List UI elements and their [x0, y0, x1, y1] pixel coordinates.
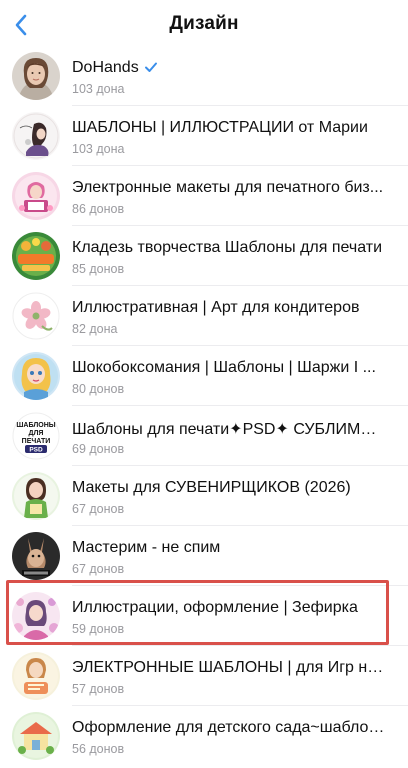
channel-subscribers: 67 донов: [72, 562, 125, 576]
channel-name: Шокобоксомания | Шаблоны | Шаржи I ...: [72, 359, 376, 376]
channel-subscribers: 85 донов: [72, 262, 125, 276]
verified-badge-icon: [144, 62, 157, 72]
channel-row[interactable]: Кладезь творчества Шаблоны для печати 85…: [0, 226, 408, 286]
svg-text:ДЛЯ: ДЛЯ: [29, 430, 44, 437]
souvenir-avatar: [12, 472, 60, 520]
channel-row[interactable]: Оформление для детского сада~шаблоны 56 …: [0, 706, 408, 766]
channel-subscribers: 67 донов: [72, 502, 125, 516]
print-layouts-avatar: [12, 172, 60, 220]
channel-row[interactable]: ШАБЛОНЫ ДЛЯ ПЕЧАТИ PSD Шаблоны для печат…: [0, 406, 408, 466]
games-avatar: [12, 652, 60, 700]
flower-avatar: [12, 292, 60, 340]
channel-name: Макеты для СУВЕНИРЩИКОВ (2026): [72, 479, 351, 496]
channel-name: Иллюстративная | Арт для кондитеров: [72, 299, 360, 316]
channel-name: ШАБЛОНЫ | ИЛЛЮСТРАЦИИ от Марии: [72, 119, 368, 136]
channel-name: Кладезь творчества Шаблоны для печати: [72, 239, 383, 256]
channel-name: Шаблоны для печати✦PSD✦ СУБЛИМАЦ...: [72, 421, 386, 438]
channel-row[interactable]: ШАБЛОНЫ | ИЛЛЮСТРАЦИИ от Марии 103 дона: [0, 106, 408, 166]
svg-text:PSD: PSD: [29, 447, 43, 454]
channel-row[interactable]: Иллюстрации, оформление | Зефирка 59 дон…: [0, 586, 408, 646]
channel-subscribers: 69 донов: [72, 442, 125, 456]
channel-name: Мастерим - не спим: [72, 539, 221, 556]
channel-subscribers: 59 донов: [72, 622, 125, 636]
channel-row[interactable]: Шокобоксомания | Шаблоны | Шаржи I ... 8…: [0, 346, 408, 406]
chocobox-avatar: [12, 352, 60, 400]
header: Дизайн: [0, 0, 408, 50]
page-title: Дизайн: [169, 13, 239, 34]
channel-row[interactable]: Макеты для СУВЕНИРЩИКОВ (2026) 67 донов: [0, 466, 408, 526]
maria-avatar: [12, 112, 60, 160]
masterim-avatar: [12, 532, 60, 580]
channel-subscribers: 103 дона: [72, 142, 125, 156]
bottom-edge: [0, 762, 408, 768]
channel-name: ЭЛЕКТРОННЫЕ ШАБЛОНЫ | для Игр на ...: [72, 659, 386, 676]
zefirka-avatar: [12, 592, 60, 640]
channel-subscribers: 82 дона: [72, 322, 118, 336]
channel-subscribers: 80 донов: [72, 382, 125, 396]
svg-text:ШАБЛОНЫ: ШАБЛОНЫ: [16, 422, 55, 429]
channel-name: Оформление для детского сада~шаблоны: [72, 719, 386, 736]
channel-name: Иллюстрации, оформление | Зефирка: [72, 599, 358, 616]
screen: Дизайн DoHands 103 дона ШАБЛОНЫ | ИЛЛЮСТ…: [0, 0, 408, 768]
channel-row[interactable]: Иллюстративная | Арт для кондитеров 82 д…: [0, 286, 408, 346]
channel-subscribers: 86 донов: [72, 202, 125, 216]
channel-row[interactable]: Мастерим - не спим 67 донов: [0, 526, 408, 586]
kindergarten-avatar: [12, 712, 60, 760]
channel-subscribers: 57 донов: [72, 682, 125, 696]
kladez-avatar: [12, 232, 60, 280]
channel-name: DoHands: [72, 59, 386, 77]
channel-name: Электронные макеты для печатного биз...: [72, 179, 384, 196]
dohands-avatar: [12, 52, 60, 100]
svg-text:ПЕЧАТИ: ПЕЧАТИ: [22, 438, 51, 445]
psd-avatar: ШАБЛОНЫ ДЛЯ ПЕЧАТИ PSD: [12, 412, 60, 460]
channel-subscribers: 56 донов: [72, 742, 125, 756]
channel-row[interactable]: Электронные макеты для печатного биз... …: [0, 166, 408, 226]
channel-subscribers: 103 дона: [72, 82, 125, 96]
channel-row[interactable]: DoHands 103 дона: [0, 46, 408, 106]
channel-list: DoHands 103 дона ШАБЛОНЫ | ИЛЛЮСТРАЦИИ о…: [0, 46, 408, 766]
channel-row[interactable]: ЭЛЕКТРОННЫЕ ШАБЛОНЫ | для Игр на ... 57 …: [0, 646, 408, 706]
